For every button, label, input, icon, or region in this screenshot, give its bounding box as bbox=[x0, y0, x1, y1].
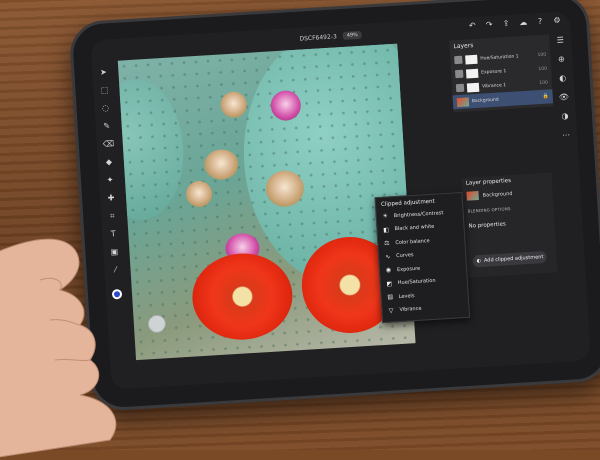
layer-opacity: 100 bbox=[537, 52, 547, 58]
color-balance-icon: ⚖ bbox=[384, 239, 390, 248]
fill-icon[interactable]: ◆ bbox=[104, 157, 115, 168]
lasso-icon[interactable]: ◌ bbox=[100, 103, 111, 114]
menu-item-label: Color balance bbox=[395, 237, 430, 246]
sun-icon: ☀ bbox=[382, 212, 389, 221]
redo-icon[interactable]: ↷ bbox=[484, 20, 495, 31]
exposure-icon: ◉ bbox=[385, 266, 392, 275]
brush-icon[interactable]: ✎ bbox=[101, 121, 112, 132]
layer-thumbnail bbox=[466, 190, 479, 201]
clone-icon[interactable]: ✦ bbox=[105, 175, 116, 186]
layer-thumbnail bbox=[466, 82, 480, 92]
adjustment-layer-icon bbox=[455, 83, 465, 93]
move-icon[interactable]: ➤ bbox=[98, 67, 109, 78]
menu-item-label: Brightness/Contrast bbox=[393, 209, 444, 219]
share-icon[interactable]: ⇪ bbox=[501, 19, 512, 30]
layer-name: Hue/Saturation 1 bbox=[480, 53, 519, 62]
bw-icon: ◧ bbox=[383, 226, 390, 234]
menu-item-label: Vibrance bbox=[399, 305, 422, 314]
layer-name: Vibrance 1 bbox=[481, 82, 507, 90]
properties-layer-name: Background bbox=[482, 190, 513, 199]
layers-icon[interactable]: ☰ bbox=[555, 35, 566, 46]
menu-item-label: Levels bbox=[398, 292, 415, 300]
healing-icon[interactable]: ✚ bbox=[106, 193, 117, 204]
zoom-level[interactable]: 49% bbox=[342, 30, 363, 40]
layer-thumbnail bbox=[456, 96, 470, 107]
menu-item-label: Curves bbox=[396, 252, 414, 260]
layers-panel: Layers Hue/Saturation 1 100 Exposure 1 1… bbox=[449, 34, 554, 113]
layer-thumbnail bbox=[465, 68, 479, 78]
layer-properties-panel: Layer properties Background BLENDING OPT… bbox=[461, 172, 558, 278]
cloud-icon[interactable]: ☁ bbox=[518, 18, 529, 29]
select-icon[interactable]: ⬚ bbox=[99, 85, 110, 96]
layer-opacity: 100 bbox=[538, 66, 548, 72]
layer-name: Exposure 1 bbox=[481, 68, 507, 76]
adjustment-icon: ◐ bbox=[476, 257, 482, 265]
curves-icon: ∿ bbox=[385, 253, 391, 261]
eraser-icon[interactable]: ⌫ bbox=[103, 139, 115, 150]
add-layer-icon[interactable]: ⊕ bbox=[556, 54, 567, 65]
right-icon-column: ☰ ⊕ ◐ 👁 ◑ ⋯ bbox=[553, 35, 573, 141]
undo-icon[interactable]: ↶ bbox=[467, 21, 478, 32]
hue-icon: ◩ bbox=[386, 280, 393, 288]
vibrance-icon: ▽ bbox=[388, 307, 394, 315]
layer-name: Background bbox=[471, 97, 499, 104]
add-clipped-adjustment-button[interactable]: ◐ Add clipped adjustment bbox=[472, 250, 547, 268]
clipped-adjustment-menu: Clipped adjustment ☀ Brightness/Contrast… bbox=[374, 191, 471, 324]
document-title: DSCF6492-3 bbox=[299, 32, 337, 43]
adjustment-layer-icon bbox=[454, 55, 463, 65]
menu-item-label: Hue/Saturation bbox=[397, 278, 436, 287]
visibility-icon[interactable]: 👁 bbox=[559, 92, 570, 103]
help-icon[interactable]: ? bbox=[535, 17, 546, 28]
more-icon[interactable]: ⋯ bbox=[561, 130, 572, 141]
adjustment-layer-icon bbox=[454, 69, 464, 79]
add-clipped-label: Add clipped adjustment bbox=[483, 254, 544, 264]
adjustments-icon[interactable]: ◑ bbox=[560, 111, 571, 122]
settings-icon[interactable]: ⚙ bbox=[552, 16, 563, 27]
menu-item-label: Exposure bbox=[396, 265, 421, 273]
top-icon-group: ↶ ↷ ⇪ ☁ ? ⚙ bbox=[467, 16, 562, 32]
menu-item-label: Black and white bbox=[394, 223, 435, 233]
hand-holding-ipad bbox=[0, 238, 117, 458]
mask-icon[interactable]: ◐ bbox=[557, 73, 568, 84]
layer-thumbnail bbox=[465, 54, 478, 65]
lock-icon: 🔒 bbox=[542, 93, 549, 100]
layer-opacity: 100 bbox=[539, 80, 549, 86]
levels-icon: ▤ bbox=[387, 293, 394, 301]
